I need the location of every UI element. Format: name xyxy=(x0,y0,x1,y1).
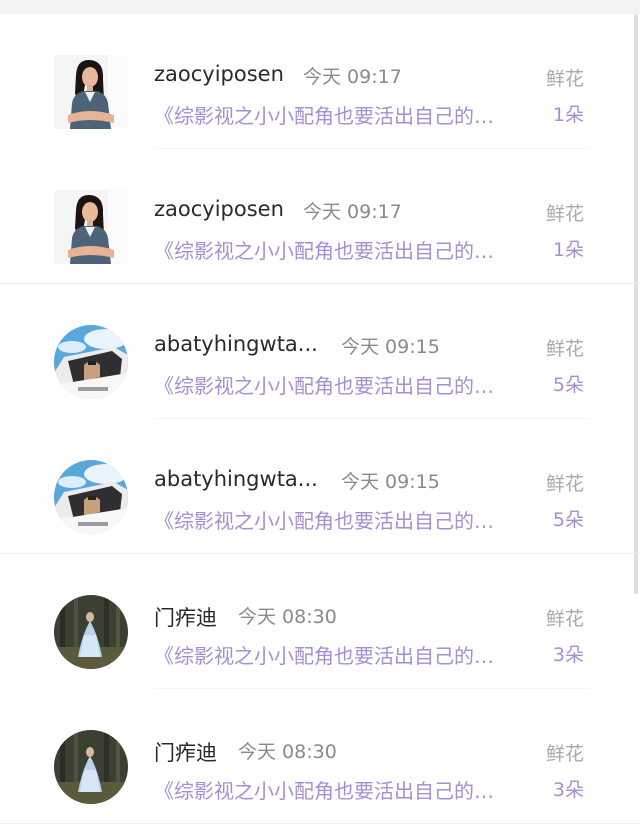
gift-list-item[interactable]: abatyhingwta... 今天 09:15 鲜花 《综影视之小小配角也要活出自己… xyxy=(0,419,640,554)
username[interactable]: zaocyiposen xyxy=(154,62,284,86)
gift-list-item[interactable]: 门痄迪 今天 08:30 鲜花 《综影视之小小配角也要活出自己的… 3朵 xyxy=(0,554,640,689)
avatar[interactable] xyxy=(54,190,128,264)
timestamp: 今天 08:30 xyxy=(238,741,337,763)
gift-count: 5朵 xyxy=(552,509,584,531)
gift-type-label: 鲜花 xyxy=(545,473,584,495)
gift-list-item[interactable]: abatyhingwta... 今天 09:15 鲜花 《综影视之小小配角也要活出自己… xyxy=(0,284,640,419)
gift-list-item[interactable]: zaocyiposen 今天 09:17 鲜花 《综影视之小小配角也要活出自己的… 1朵 xyxy=(0,149,640,284)
gift-list-item[interactable]: zaocyiposen 今天 09:17 鲜花 《综影视之小小配角也要活出自己的… 1朵 xyxy=(0,14,640,149)
gift-type-label: 鲜花 xyxy=(545,68,584,90)
book-title-link[interactable]: 《综影视之小小配角也要活出自己的… xyxy=(154,100,534,129)
timestamp: 今天 08:30 xyxy=(238,606,337,628)
book-title-link[interactable]: 《综影视之小小配角也要活出自己的… xyxy=(154,640,534,669)
book-title-link[interactable]: 《综影视之小小配角也要活出自己的… xyxy=(154,235,534,264)
gift-list: zaocyiposen 今天 09:17 鲜花 《综影视之小小配角也要活出自己的… 1朵… xyxy=(0,14,640,824)
timestamp: 今天 09:17 xyxy=(303,66,402,88)
username[interactable]: abatyhingwta... xyxy=(154,332,318,356)
avatar[interactable] xyxy=(54,55,128,129)
book-title-link[interactable]: 《综影视之小小配角也要活出自己的… xyxy=(154,775,534,804)
timestamp: 今天 09:15 xyxy=(341,336,440,358)
gift-type-label: 鲜花 xyxy=(545,743,584,765)
gift-list-item[interactable]: 门痄迪 今天 08:30 鲜花 《综影视之小小配角也要活出自己的… 3朵 xyxy=(0,689,640,824)
book-title-link[interactable]: 《综影视之小小配角也要活出自己的… xyxy=(154,370,534,399)
gift-count: 1朵 xyxy=(552,239,584,261)
username[interactable]: abatyhingwta... xyxy=(154,467,318,491)
gift-type-label: 鲜花 xyxy=(545,338,584,360)
timestamp: 今天 09:15 xyxy=(341,471,440,493)
book-title-link[interactable]: 《综影视之小小配角也要活出自己的… xyxy=(154,505,534,534)
username[interactable]: zaocyiposen xyxy=(154,197,284,221)
username[interactable]: 门痄迪 xyxy=(154,737,217,767)
gift-count: 5朵 xyxy=(552,374,584,396)
gift-count: 3朵 xyxy=(552,779,584,801)
gift-count: 1朵 xyxy=(552,104,584,126)
gift-type-label: 鲜花 xyxy=(545,203,584,225)
gift-type-label: 鲜花 xyxy=(545,608,584,630)
gift-count: 3朵 xyxy=(552,644,584,666)
top-bar xyxy=(0,0,640,14)
avatar[interactable] xyxy=(54,460,128,534)
avatar[interactable] xyxy=(54,595,128,669)
timestamp: 今天 09:17 xyxy=(303,201,402,223)
avatar[interactable] xyxy=(54,325,128,399)
username[interactable]: 门痄迪 xyxy=(154,602,217,632)
avatar[interactable] xyxy=(54,730,128,804)
